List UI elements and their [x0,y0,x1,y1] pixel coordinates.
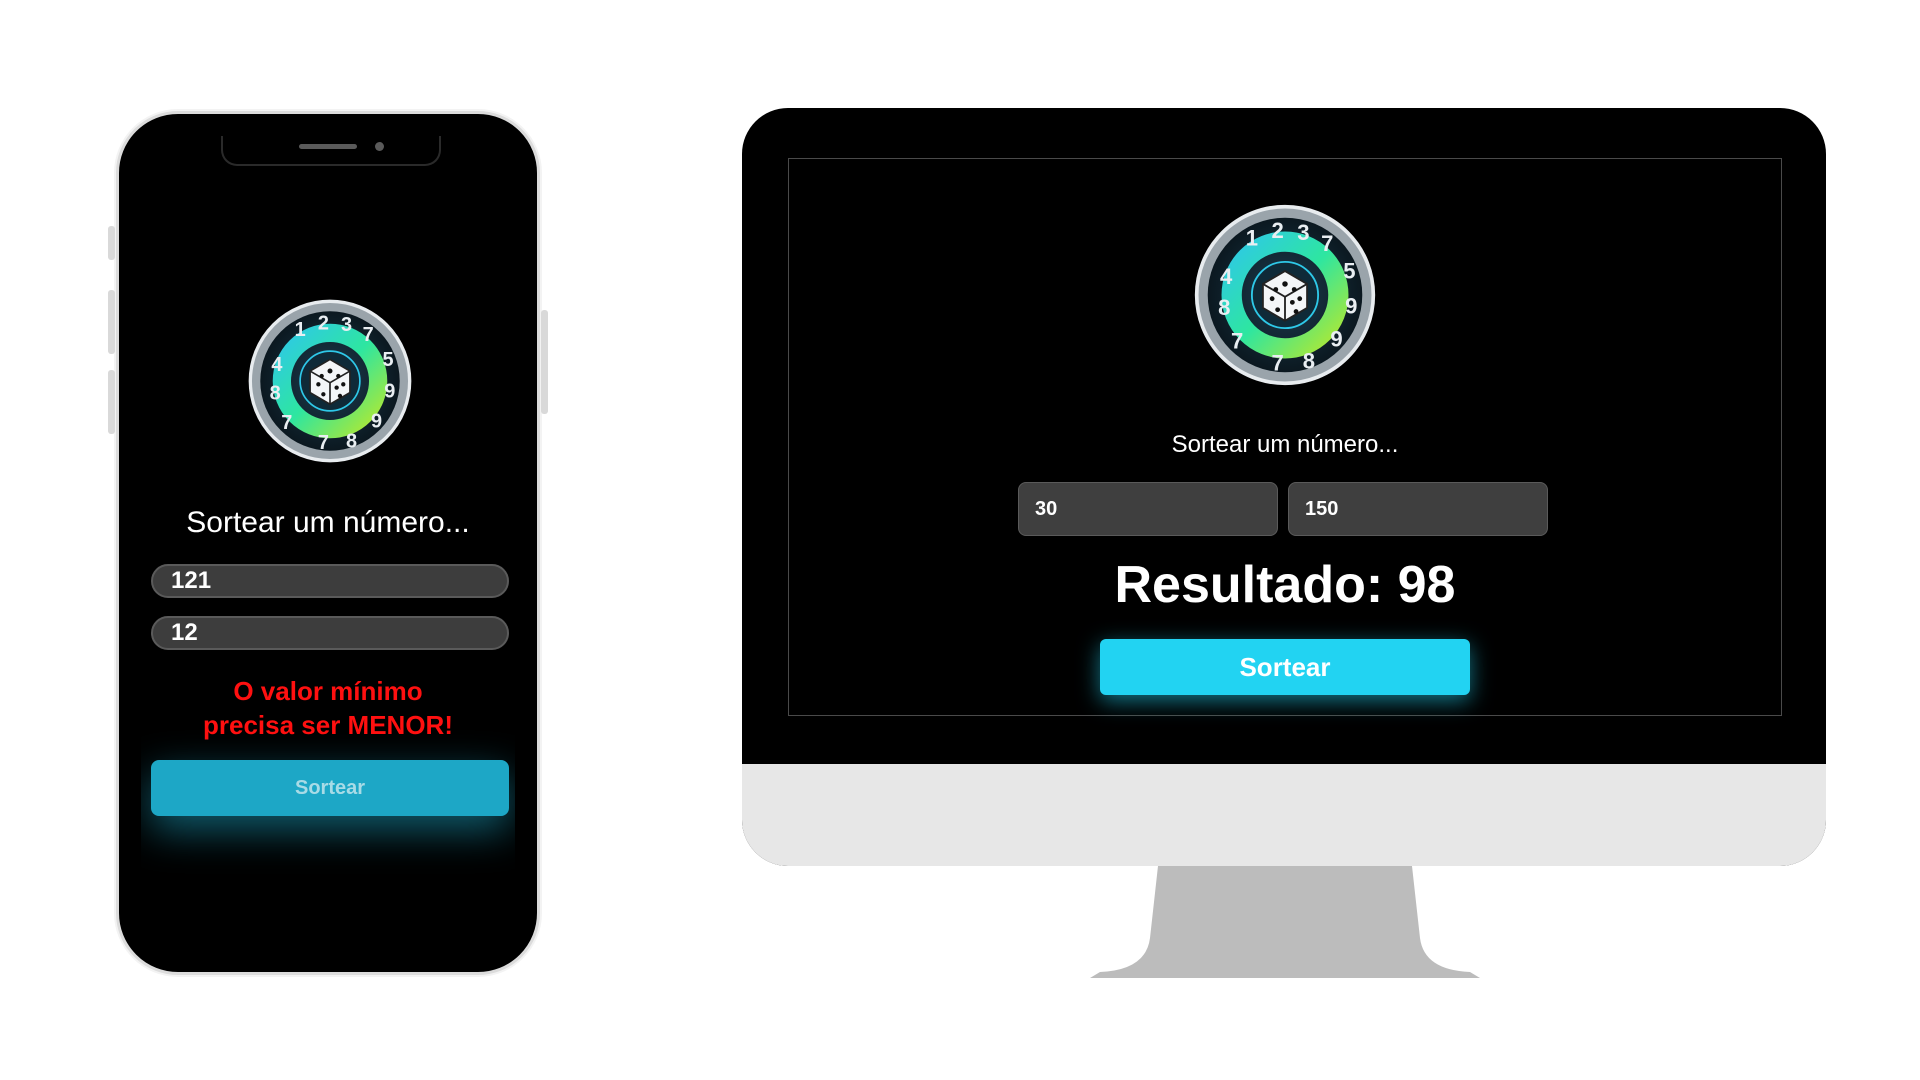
svg-text:3: 3 [1297,220,1309,245]
svg-text:9: 9 [384,381,395,403]
error-line-1: O valor mínimo [233,676,423,706]
svg-text:4: 4 [271,354,282,376]
phone-screen: 123 759 987 487 Sortear um número... 121… [141,136,515,950]
phone-device: 123 759 987 487 Sortear um número... 121… [108,111,548,975]
svg-text:8: 8 [346,430,357,452]
monitor-stand [1090,866,1480,978]
svg-text:7: 7 [281,412,292,434]
phone-volume-up-button [108,290,115,354]
min-value-input[interactable]: 121 [151,564,509,598]
result-text: Resultado: 98 [1114,556,1456,614]
max-value-input[interactable]: 150 [1288,482,1548,536]
svg-text:9: 9 [1330,327,1342,352]
desktop-monitor: 123 759 987 487 Sortear um número... 30 … [742,108,1826,866]
svg-text:4: 4 [1220,264,1233,289]
page-title: Sortear um número... [1171,431,1399,458]
svg-text:9: 9 [371,410,382,432]
phone-camera [375,142,384,151]
page-title: Sortear um número... [186,506,470,539]
sortear-button[interactable]: Sortear [151,760,509,816]
svg-text:8: 8 [1303,349,1315,374]
validation-error: O valor mínimo precisa ser MENOR! [141,674,515,742]
desktop-screen: 123 759 987 487 Sortear um número... 30 … [788,158,1782,716]
phone-notch [221,136,441,166]
min-value-input[interactable]: 30 [1018,482,1278,536]
svg-text:8: 8 [1218,295,1230,320]
phone-speaker [299,144,357,149]
dice-wheel-logo-icon: 123 759 987 487 [248,299,412,463]
svg-text:5: 5 [1343,258,1355,283]
svg-text:7: 7 [1321,231,1333,256]
max-value-input[interactable]: 12 [151,616,509,650]
monitor-chin [742,764,1826,866]
svg-text:7: 7 [318,432,329,454]
svg-text:7: 7 [1271,350,1283,375]
phone-volume-down-button [108,370,115,434]
error-line-2: precisa ser MENOR! [203,710,453,740]
svg-text:2: 2 [318,313,329,335]
svg-text:9: 9 [1345,293,1357,318]
sortear-button[interactable]: Sortear [1100,639,1470,695]
svg-text:3: 3 [341,314,352,336]
svg-text:7: 7 [363,324,374,346]
phone-power-button [541,310,548,414]
phone-side-button [108,226,115,260]
svg-text:1: 1 [1246,225,1258,250]
svg-text:2: 2 [1271,218,1283,243]
dice-wheel-logo-icon: 123 759 987 487 [1194,204,1376,386]
svg-text:8: 8 [270,382,281,404]
svg-text:1: 1 [295,319,306,341]
svg-text:5: 5 [383,349,394,371]
svg-text:7: 7 [1231,328,1243,353]
mockup-stage: 123 759 987 487 Sortear um número... 121… [0,0,1920,1080]
